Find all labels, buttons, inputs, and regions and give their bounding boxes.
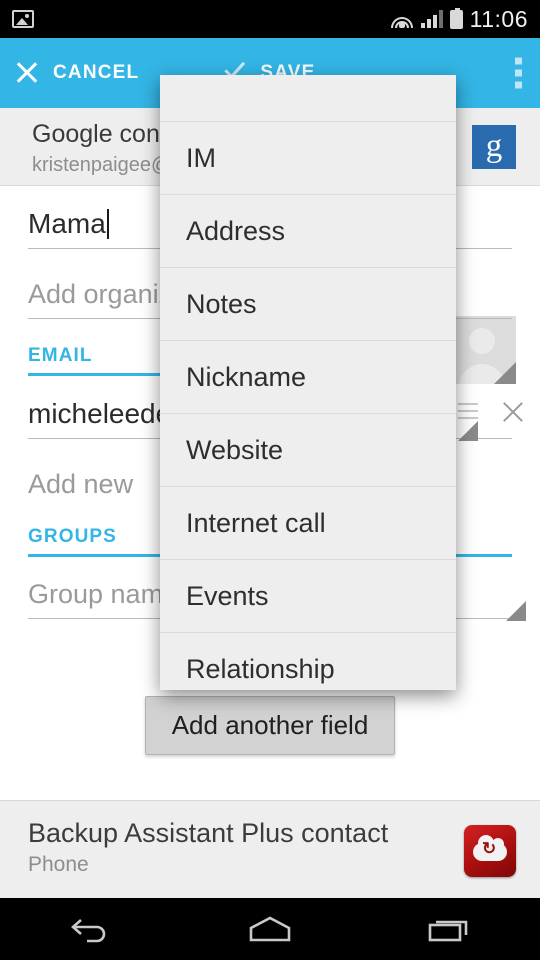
recents-nav-icon[interactable] — [390, 898, 510, 960]
dropdown-item-website[interactable]: Website — [160, 414, 456, 487]
phone-screen: 11:06 CANCEL SAVE Google contact kristen… — [0, 0, 540, 960]
backup-assistant-subtitle: Phone — [28, 853, 89, 876]
add-field-dropdown-menu[interactable]: IM Address Notes Nickname Website Intern… — [160, 75, 456, 690]
name-value: Mama — [28, 208, 106, 239]
status-bar-left — [12, 10, 390, 28]
backup-assistant-title: Backup Assistant Plus contact — [28, 818, 389, 848]
overflow-menu-icon[interactable] — [515, 57, 522, 89]
backup-assistant-card[interactable]: Backup Assistant Plus contact Phone ↻ — [0, 800, 540, 898]
dropdown-item-internet-call[interactable]: Internet call — [160, 487, 456, 560]
dropdown-item-label: Address — [186, 215, 286, 246]
android-nav-bar — [0, 898, 540, 960]
add-another-field-wrap: Add another field — [0, 696, 540, 755]
dropdown-item-events[interactable]: Events — [160, 560, 456, 633]
wifi-icon — [390, 10, 414, 28]
dropdown-item-nickname[interactable]: Nickname — [160, 341, 456, 414]
backup-assistant-cloud-sync-icon: ↻ — [464, 825, 516, 877]
home-nav-icon[interactable] — [210, 898, 330, 960]
status-bar-right: 11:06 — [390, 6, 528, 33]
email-resize-handle[interactable] — [458, 421, 478, 441]
group-resize-handle[interactable] — [506, 601, 526, 621]
dropdown-item-label: Relationship — [186, 654, 335, 684]
dropdown-item-label: Website — [186, 434, 284, 465]
cancel-button[interactable]: CANCEL — [14, 60, 139, 86]
back-nav-icon[interactable] — [30, 898, 150, 960]
avatar-head — [469, 328, 495, 354]
close-icon — [14, 60, 40, 86]
dropdown-top-clip: Phone — [160, 58, 456, 75]
signal-icon — [420, 10, 443, 28]
group-placeholder: Group name — [28, 579, 179, 609]
sync-arrows-glyph: ↻ — [482, 839, 497, 858]
cancel-label: CANCEL — [53, 62, 140, 83]
battery-icon — [449, 7, 463, 29]
status-bar-clock: 11:06 — [469, 5, 528, 32]
dropdown-item-label: IM — [186, 142, 216, 173]
dropdown-item-phone[interactable]: Phone — [160, 58, 264, 63]
dropdown-item-phone-row[interactable] — [160, 75, 456, 122]
image-icon — [12, 10, 34, 28]
google-g-icon: g — [472, 125, 516, 169]
dropdown-item-im[interactable]: IM — [160, 122, 456, 195]
recents-glyph — [428, 920, 468, 942]
dropdown-item-relationship[interactable]: Relationship — [160, 633, 456, 690]
dropdown-item-address[interactable]: Address — [160, 195, 456, 268]
dropdown-item-label: Notes — [186, 288, 257, 319]
dropdown-item-label: Internet call — [186, 507, 326, 538]
contact-photo-placeholder[interactable] — [448, 316, 516, 384]
home-glyph — [249, 916, 291, 942]
text-caret — [106, 209, 109, 239]
resize-corner-handle[interactable] — [494, 362, 516, 384]
status-bar: 11:06 — [0, 0, 540, 38]
delete-field-icon[interactable] — [500, 400, 526, 426]
add-another-field-button[interactable]: Add another field — [144, 696, 396, 755]
dropdown-item-notes[interactable]: Notes — [160, 268, 456, 341]
dropdown-item-label: Events — [186, 580, 269, 611]
back-arrow-glyph — [71, 919, 106, 943]
dropdown-item-label: Nickname — [186, 361, 307, 392]
